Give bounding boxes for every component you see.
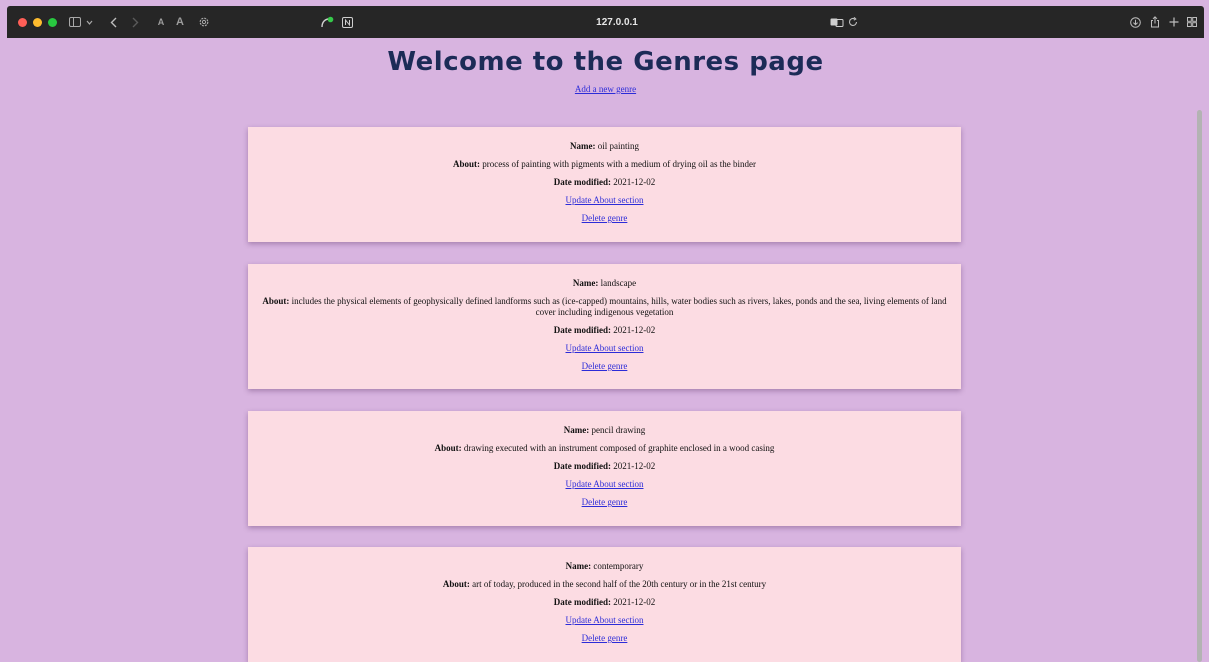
genre-name: contemporary bbox=[593, 561, 644, 571]
update-about-link[interactable]: Update About section bbox=[566, 615, 644, 626]
genre-date: 2021-12-02 bbox=[613, 597, 656, 607]
minimize-window-button[interactable] bbox=[33, 17, 42, 27]
genre-about: process of painting with pigments with a… bbox=[482, 159, 756, 169]
update-about-link[interactable]: Update About section bbox=[566, 343, 644, 354]
delete-genre-link[interactable]: Delete genre bbox=[582, 497, 628, 508]
chevron-down-icon[interactable] bbox=[84, 6, 94, 38]
text-size-large-button[interactable]: A bbox=[173, 6, 187, 38]
genre-date-row: Date modified: 2021-12-02 bbox=[248, 597, 961, 608]
genre-card: Name: pencil drawing About: drawing exec… bbox=[248, 411, 961, 526]
about-label: About: bbox=[442, 579, 470, 589]
genre-about: drawing executed with an instrument comp… bbox=[463, 443, 775, 453]
share-icon[interactable] bbox=[1148, 6, 1162, 38]
about-label: About: bbox=[453, 159, 481, 169]
genre-date-row: Date modified: 2021-12-02 bbox=[248, 177, 961, 188]
genre-date-row: Date modified: 2021-12-02 bbox=[248, 325, 961, 336]
add-genre-link[interactable]: Add a new genre bbox=[7, 84, 1204, 94]
zoom-window-button[interactable] bbox=[48, 17, 57, 27]
delete-genre-link[interactable]: Delete genre bbox=[582, 213, 628, 224]
text-size-small-button[interactable]: A bbox=[155, 6, 167, 38]
browser-toolbar: A A 127.0.0.1 bbox=[7, 6, 1204, 38]
extension-icon[interactable] bbox=[319, 6, 335, 38]
date-label: Date modified: bbox=[553, 177, 611, 187]
address-bar[interactable]: 127.0.0.1 bbox=[557, 6, 677, 38]
genre-name-row: Name: oil painting bbox=[248, 141, 961, 152]
name-label: Name: bbox=[563, 425, 590, 435]
genre-card: Name: oil painting About: process of pai… bbox=[248, 127, 961, 242]
about-label: About: bbox=[262, 296, 290, 306]
date-label: Date modified: bbox=[553, 461, 611, 471]
genre-about-row: About: includes the physical elements of… bbox=[248, 296, 961, 318]
genre-name: landscape bbox=[600, 278, 637, 288]
delete-genre-link[interactable]: Delete genre bbox=[582, 361, 628, 372]
name-label: Name: bbox=[572, 278, 599, 288]
genre-about: art of today, produced in the second hal… bbox=[472, 579, 767, 589]
gear-icon[interactable] bbox=[197, 6, 211, 38]
genre-about: includes the physical elements of geophy… bbox=[291, 296, 947, 317]
genre-date: 2021-12-02 bbox=[613, 325, 656, 335]
genre-about-row: About: process of painting with pigments… bbox=[248, 159, 961, 170]
translate-icon[interactable] bbox=[829, 6, 845, 38]
forward-icon[interactable] bbox=[129, 6, 141, 38]
tab-overview-icon[interactable] bbox=[1185, 6, 1199, 38]
genre-date: 2021-12-02 bbox=[613, 177, 656, 187]
date-label: Date modified: bbox=[553, 325, 611, 335]
genre-date-row: Date modified: 2021-12-02 bbox=[248, 461, 961, 472]
genre-name-row: Name: landscape bbox=[248, 278, 961, 289]
genre-name-row: Name: contemporary bbox=[248, 561, 961, 572]
date-label: Date modified: bbox=[553, 597, 611, 607]
download-icon[interactable] bbox=[1128, 6, 1142, 38]
update-about-link[interactable]: Update About section bbox=[566, 195, 644, 206]
genre-name: oil painting bbox=[597, 141, 639, 151]
name-label: Name: bbox=[570, 141, 596, 151]
back-icon[interactable] bbox=[107, 6, 119, 38]
sidebar-toggle-icon[interactable] bbox=[67, 6, 83, 38]
genre-about-row: About: drawing executed with an instrume… bbox=[248, 443, 961, 454]
genre-date: 2021-12-02 bbox=[613, 461, 656, 471]
update-about-link[interactable]: Update About section bbox=[566, 479, 644, 490]
page-content: Welcome to the Genres page Add a new gen… bbox=[7, 38, 1204, 662]
genre-about-row: About: art of today, produced in the sec… bbox=[248, 579, 961, 590]
about-label: About: bbox=[434, 443, 462, 453]
scrollbar-thumb[interactable] bbox=[1197, 110, 1202, 662]
reload-icon[interactable] bbox=[847, 6, 859, 38]
page-title: Welcome to the Genres page bbox=[387, 47, 824, 77]
name-label: Name: bbox=[565, 561, 592, 571]
notion-icon[interactable] bbox=[340, 6, 354, 38]
new-tab-icon[interactable] bbox=[1167, 6, 1181, 38]
window-controls bbox=[18, 17, 57, 27]
genre-card: Name: landscape About: includes the phys… bbox=[248, 264, 961, 389]
page-scrollbar[interactable] bbox=[1195, 38, 1204, 662]
genre-name: pencil drawing bbox=[591, 425, 646, 435]
genre-name-row: Name: pencil drawing bbox=[248, 425, 961, 436]
close-window-button[interactable] bbox=[18, 17, 27, 27]
delete-genre-link[interactable]: Delete genre bbox=[582, 633, 628, 644]
genre-card: Name: contemporary About: art of today, … bbox=[248, 547, 961, 662]
